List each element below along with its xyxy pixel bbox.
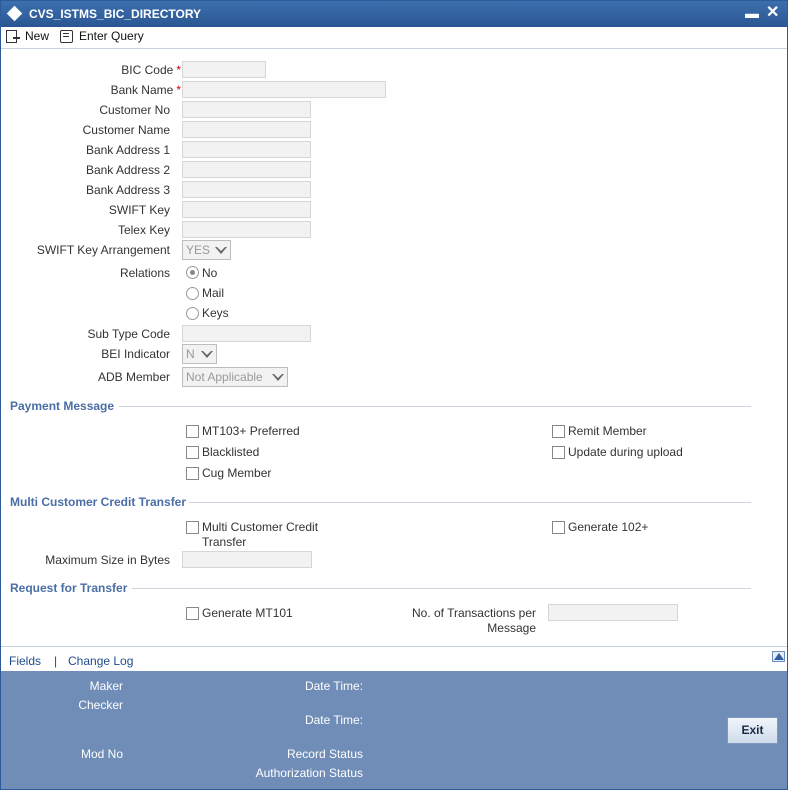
- record-status-label: Record Status: [286, 747, 363, 761]
- app-diamond-icon: [6, 5, 23, 22]
- fields-link[interactable]: Fields: [9, 654, 41, 668]
- swift-key-arrangement-label: SWIFT Key Arrangement: [36, 243, 170, 257]
- remit-member-checkbox[interactable]: [552, 425, 565, 438]
- bank-name-label: Bank Name *: [110, 83, 181, 97]
- customer-name-label: Customer Name: [82, 123, 170, 137]
- generate-102-label: Generate 102+: [568, 520, 649, 534]
- swift-key-input[interactable]: [182, 201, 311, 218]
- request-for-transfer-header: Request for Transfer: [10, 581, 128, 595]
- bank-address-1-input[interactable]: [182, 141, 311, 158]
- update-during-upload-label: Update during upload: [568, 445, 683, 459]
- sub-type-code-input[interactable]: [182, 325, 311, 342]
- mt103-preferred-label: MT103+ Preferred: [202, 424, 300, 438]
- swift-key-label: SWIFT Key: [108, 203, 170, 217]
- cug-member-checkbox[interactable]: [186, 467, 199, 480]
- section-divider: [119, 406, 751, 407]
- blacklisted-checkbox[interactable]: [186, 446, 199, 459]
- footer-link-bar: Fields | Change Log: [1, 646, 787, 671]
- blacklisted-label: Blacklisted: [202, 445, 260, 459]
- multi-customer-credit-transfer-checkbox[interactable]: [186, 521, 199, 534]
- authorization-status-label: Authorization Status: [255, 766, 363, 780]
- maker-label: Maker: [89, 679, 123, 693]
- generate-mt101-checkbox[interactable]: [186, 607, 199, 620]
- section-divider: [132, 588, 751, 589]
- relations-mail-radio[interactable]: [186, 287, 199, 300]
- relations-keys-radio[interactable]: [186, 307, 199, 320]
- update-during-upload-checkbox[interactable]: [552, 446, 565, 459]
- checker-date-time-label: Date Time:: [304, 713, 363, 727]
- change-log-link[interactable]: Change Log: [68, 654, 133, 668]
- mod-no-label: Mod No: [80, 747, 123, 761]
- window-title: CVS_ISTMS_BIC_DIRECTORY: [29, 7, 202, 21]
- customer-no-input[interactable]: [182, 101, 311, 118]
- exit-button[interactable]: Exit: [727, 717, 778, 744]
- transactions-per-message-input[interactable]: [548, 604, 678, 621]
- telex-key-input[interactable]: [182, 221, 311, 238]
- enter-query-icon: [59, 29, 75, 43]
- bank-address-1-label: Bank Address 1: [85, 143, 170, 157]
- new-label: New: [25, 29, 50, 43]
- maker-date-time-label: Date Time:: [304, 679, 363, 693]
- payment-message-header: Payment Message: [10, 399, 115, 413]
- telex-key-label: Telex Key: [117, 223, 170, 237]
- enter-query-label: Enter Query: [79, 29, 144, 43]
- sub-type-code-label: Sub Type Code: [87, 327, 170, 341]
- section-divider: [189, 502, 751, 503]
- customer-no-label: Customer No: [99, 103, 170, 117]
- scroll-up-icon[interactable]: [772, 651, 785, 662]
- transactions-per-message-label: No. of Transactions per Message: [411, 606, 536, 635]
- relations-mail-label: Mail: [202, 286, 225, 300]
- adb-member-select[interactable]: Not Applicable: [182, 367, 288, 387]
- chevron-down-icon: [272, 374, 284, 381]
- title-bar: CVS_ISTMS_BIC_DIRECTORY ▬ ✕: [1, 1, 787, 27]
- bank-address-2-input[interactable]: [182, 161, 311, 178]
- toolbar: New Enter Query: [1, 27, 787, 49]
- adb-member-value: Not Applicable: [186, 370, 263, 384]
- mt103-preferred-checkbox[interactable]: [186, 425, 199, 438]
- adb-member-label: ADB Member: [97, 370, 170, 384]
- checker-label: Checker: [78, 698, 123, 712]
- multi-customer-credit-transfer-label: Multi Customer Credit Transfer: [202, 520, 319, 549]
- bei-indicator-label: BEI Indicator: [101, 347, 170, 361]
- cug-member-label: Cug Member: [202, 466, 272, 480]
- bic-code-input[interactable]: [182, 61, 266, 78]
- bei-indicator-select[interactable]: N: [182, 344, 217, 364]
- new-record-icon: [5, 29, 21, 43]
- new-button[interactable]: New: [5, 29, 49, 43]
- relations-label: Relations: [119, 266, 170, 280]
- link-separator: |: [54, 654, 58, 668]
- bic-code-label: BIC Code *: [121, 63, 181, 77]
- bank-name-input[interactable]: [182, 81, 386, 98]
- bei-indicator-value: N: [186, 347, 195, 361]
- enter-query-button[interactable]: Enter Query: [59, 29, 144, 43]
- chevron-down-icon: [201, 351, 213, 358]
- relations-keys-label: Keys: [202, 306, 229, 320]
- bank-address-2-label: Bank Address 2: [85, 163, 170, 177]
- relations-no-label: No: [202, 266, 218, 280]
- relations-no-radio[interactable]: [186, 266, 199, 279]
- bic-directory-window: CVS_ISTMS_BIC_DIRECTORY ▬ ✕ New Enter Qu…: [0, 0, 788, 790]
- swift-key-arrangement-value: YES: [186, 243, 211, 257]
- minimize-icon[interactable]: ▬: [745, 5, 759, 21]
- maximum-size-input[interactable]: [182, 551, 312, 568]
- chevron-down-icon: [215, 247, 227, 254]
- bank-address-3-input[interactable]: [182, 181, 311, 198]
- bank-address-3-label: Bank Address 3: [85, 183, 170, 197]
- generate-102-checkbox[interactable]: [552, 521, 565, 534]
- required-marker: *: [176, 63, 181, 77]
- generate-mt101-label: Generate MT101: [202, 606, 293, 620]
- remit-member-label: Remit Member: [568, 424, 647, 438]
- required-marker: *: [176, 83, 181, 97]
- customer-name-input[interactable]: [182, 121, 311, 138]
- swift-key-arrangement-select[interactable]: YES: [182, 240, 231, 260]
- close-icon[interactable]: ✕: [766, 2, 779, 22]
- multi-customer-credit-transfer-header: Multi Customer Credit Transfer: [10, 495, 187, 509]
- maximum-size-label: Maximum Size in Bytes: [45, 553, 170, 567]
